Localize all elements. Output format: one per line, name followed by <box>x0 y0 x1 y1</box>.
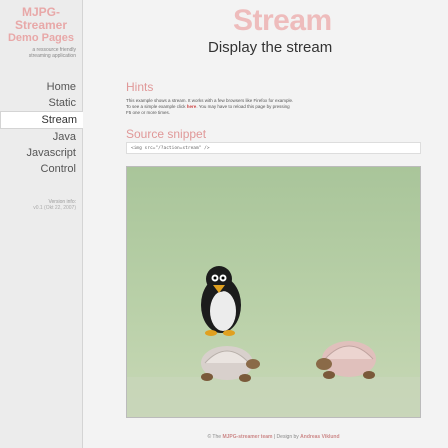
footer-prefix: © The <box>207 434 222 440</box>
stream-scene <box>127 167 420 417</box>
main-nav: Home Static Stream Java Javascript Contr… <box>0 79 83 177</box>
footer-team-link[interactable]: MJPG-streamer team <box>222 434 272 440</box>
hints-here-link[interactable]: here <box>187 104 197 109</box>
site-tagline: a ressource friendly streaming applicati… <box>0 47 82 59</box>
hints-line2-prefix: To see a simple example click <box>126 104 186 109</box>
footer-middle: | Design by <box>272 434 299 440</box>
nav-item-control[interactable]: Control <box>0 161 82 177</box>
hints-heading: Hints <box>126 80 154 94</box>
nav-item-java[interactable]: Java <box>0 129 82 145</box>
nav-item-home[interactable]: Home <box>0 79 82 95</box>
nav-item-static[interactable]: Static <box>0 95 82 111</box>
site-title-line2: Demo Pages <box>7 32 75 44</box>
hints-text: This example shows a stream. It works wi… <box>126 98 421 116</box>
footer: © The MJPG-streamer team | Design by And… <box>126 434 421 440</box>
page-big-title: Stream <box>233 4 332 37</box>
nav-item-stream[interactable]: Stream <box>0 111 83 129</box>
site-title-line1: MJPG-Streamer <box>14 5 68 32</box>
tagline-line2: streaming application <box>28 53 76 59</box>
hints-line3: F5 one or more times. <box>126 110 171 115</box>
page-heading: Display the stream <box>208 39 333 56</box>
hints-line2-suffix: . You may have to reload this page by pr… <box>196 104 290 109</box>
stream-image <box>126 166 421 418</box>
source-code: <img src="/?action=stream" /> <box>126 142 421 154</box>
sidebar: MJPG-Streamer Demo Pages a ressource fri… <box>0 0 83 448</box>
version-value: v0.1 (Okt 22, 2007) <box>33 205 76 211</box>
main-content: Stream Display the stream Hints This exa… <box>83 0 448 448</box>
site-title: MJPG-Streamer Demo Pages <box>0 5 82 45</box>
source-heading: Source snippet <box>126 127 207 141</box>
nav-item-javascript[interactable]: Javascript <box>0 145 82 161</box>
footer-designer-link[interactable]: Andreas Viklund <box>300 434 339 440</box>
